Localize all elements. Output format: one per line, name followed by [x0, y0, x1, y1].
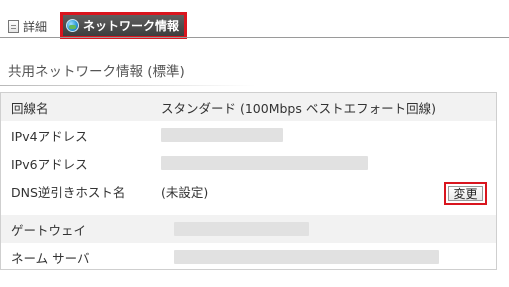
tab-bar: 詳細 ネットワーク情報	[0, 0, 509, 39]
tab-divider	[0, 37, 509, 38]
row-gateway: ゲートウェイ	[1, 215, 496, 243]
network-info-table: 回線名 スタンダード (100Mbps ベストエフォート回線) IPv4アドレス…	[0, 92, 497, 270]
change-button[interactable]: 変更	[444, 182, 487, 205]
tab-network-label: ネットワーク情報	[83, 19, 180, 33]
redacted-ipv4	[161, 128, 283, 142]
label-name-server: ネーム サーバ	[11, 250, 90, 266]
label-gateway: ゲートウェイ	[11, 222, 87, 238]
tab-detail[interactable]: 詳細	[8, 14, 47, 38]
tab-network-info[interactable]: ネットワーク情報	[60, 12, 188, 39]
label-ipv6: IPv6アドレス	[11, 156, 88, 172]
row-line-name: 回線名 スタンダード (100Mbps ベストエフォート回線)	[1, 93, 496, 121]
row-dns-reverse: DNS逆引きホスト名 (未設定)	[1, 177, 496, 205]
row-ipv6: IPv6アドレス	[1, 149, 496, 177]
label-ipv4: IPv4アドレス	[11, 128, 88, 144]
section-title: 共用ネットワーク情報 (標準)	[8, 64, 185, 80]
redacted-ipv6	[161, 156, 368, 170]
change-button-label: 変更	[448, 186, 483, 201]
document-icon	[8, 19, 19, 33]
label-line-name: 回線名	[11, 100, 49, 116]
row-name-server: ネーム サーバ	[1, 243, 496, 271]
tab-detail-label: 詳細	[23, 19, 48, 34]
redacted-name-server	[174, 250, 439, 264]
value-line-name: スタンダード (100Mbps ベストエフォート回線)	[161, 100, 436, 116]
redacted-gateway	[174, 222, 309, 236]
label-dns-reverse: DNS逆引きホスト名	[11, 184, 126, 200]
globe-icon	[66, 19, 79, 32]
row-ipv4: IPv4アドレス	[1, 121, 496, 149]
value-dns-reverse: (未設定)	[161, 184, 209, 200]
section-divider	[0, 85, 256, 86]
